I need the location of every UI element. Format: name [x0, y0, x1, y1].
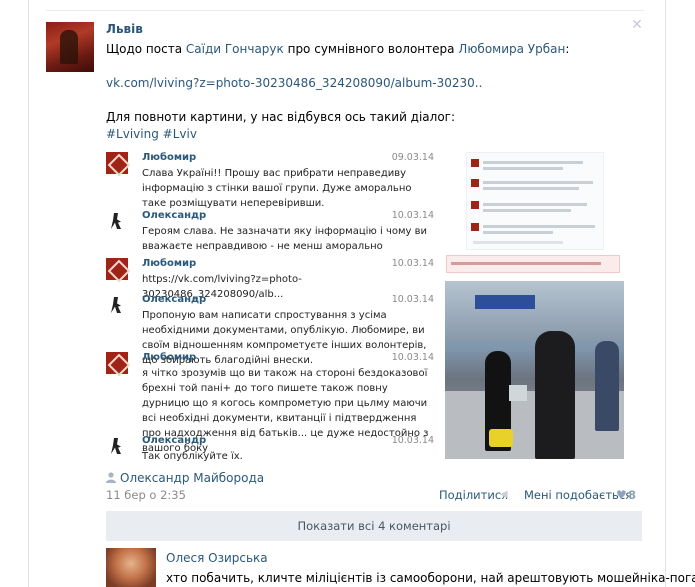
- message-date: 10.03.14: [391, 210, 434, 221]
- text-line: [483, 203, 587, 206]
- post-text-line1: Щодо поста Саїди Гончарук про сумнівного…: [106, 42, 569, 56]
- dialog-screenshot[interactable]: Любомир 09.03.14 Слава Україні!! Прошу в…: [106, 152, 434, 462]
- dialog-message: Олександр 10.03.14 Героям слава. Не зазн…: [106, 210, 434, 256]
- message-date: 10.03.14: [391, 435, 434, 446]
- show-all-comments-button[interactable]: Показати всі 4 коментарі: [106, 511, 642, 541]
- avatar: [471, 159, 479, 167]
- text-line: [483, 231, 553, 234]
- message-author: Олександр: [142, 435, 207, 446]
- avatar: [106, 258, 128, 280]
- link-lyubomyr[interactable]: Любомира Урбан: [458, 42, 565, 56]
- avatar: [106, 352, 128, 374]
- hashtag-lviv[interactable]: #Lviv: [163, 127, 197, 141]
- close-icon[interactable]: ✕: [630, 18, 644, 32]
- post-text-mid: про сумнівного волонтера: [283, 42, 459, 56]
- avatar: [106, 435, 128, 457]
- text-line: [483, 187, 579, 190]
- post-url-line: vk.com/lviving?z=photo-30230486_32420809…: [106, 76, 482, 90]
- dialog-message: Любомир 10.03.14 https://vk.com/lviving?…: [106, 258, 434, 300]
- post-text-line3: Для повноти картини, у нас відбувся ось …: [106, 110, 456, 124]
- dialog-message: Олександр 10.03.14 Пропоную вам написати…: [106, 294, 434, 366]
- post-text-suffix: :: [565, 42, 570, 56]
- like-count: 8: [628, 488, 637, 502]
- avatar: [106, 294, 128, 316]
- text-line: [483, 225, 595, 228]
- message-author: Олександр: [142, 294, 207, 305]
- avatar: [106, 152, 128, 174]
- link-saida[interactable]: Саїди Гончарук: [186, 42, 284, 56]
- group-avatar[interactable]: [46, 22, 94, 72]
- comment-text: хто побачить, кличте міліцієнтів із само…: [166, 571, 695, 585]
- text-line: [483, 161, 583, 164]
- dialog-message: Олександр 10.03.14 Так опублікуйте їх.: [106, 435, 434, 462]
- message-text: Героям слава. Не зазначати яку інформаці…: [142, 226, 428, 252]
- sharer-name[interactable]: Олександр Майборода: [120, 471, 264, 485]
- message-author: Любомир: [142, 352, 197, 363]
- divider: [46, 10, 644, 11]
- dialog-message: Любомир 10.03.14 я чітко зрозумів що ви …: [106, 352, 434, 454]
- heart-icon[interactable]: ♥: [616, 488, 627, 502]
- avatar: [471, 179, 479, 187]
- avatar: [471, 223, 479, 231]
- warning-strip: [446, 255, 620, 273]
- post-date[interactable]: 11 бер о 2:35: [106, 488, 186, 502]
- text-line: [483, 167, 563, 170]
- message-text: Слава Україні!! Прошу вас прибрати непра…: [142, 168, 412, 209]
- dialog-message: Любомир 09.03.14 Слава Україні!! Прошу в…: [106, 152, 434, 209]
- message-date: 10.03.14: [391, 352, 434, 363]
- hashtag-lviving[interactable]: #Lviving: [106, 127, 159, 141]
- message-date: 10.03.14: [391, 258, 434, 269]
- avatar: [471, 201, 479, 209]
- conversation-screenshot-thumbnail[interactable]: [466, 152, 604, 250]
- text-line: [483, 209, 571, 212]
- message-author: Олександр: [142, 210, 207, 221]
- text-line: [473, 241, 563, 244]
- share-icon[interactable]: ◀: [500, 489, 512, 500]
- person-icon: [106, 472, 116, 483]
- message-date: 09.03.14: [391, 152, 434, 163]
- text-line: [483, 181, 593, 184]
- post-text-prefix: Щодо поста: [106, 42, 186, 56]
- street-photo[interactable]: [445, 281, 624, 459]
- message-author: Любомир: [142, 152, 197, 163]
- post-author[interactable]: Львів: [106, 22, 143, 36]
- post-url-link[interactable]: vk.com/lviving?z=photo-30230486_32420809…: [106, 76, 482, 90]
- message-text: Так опублікуйте їх.: [142, 451, 243, 462]
- comment-author[interactable]: Олеся Озирська: [166, 551, 268, 565]
- message-date: 10.03.14: [391, 294, 434, 305]
- avatar: [106, 210, 128, 232]
- share-button[interactable]: Поділитися: [439, 488, 508, 502]
- avatar[interactable]: [106, 548, 156, 587]
- hashtags: #Lviving #Lviv: [106, 127, 197, 141]
- message-author: Любомир: [142, 258, 197, 269]
